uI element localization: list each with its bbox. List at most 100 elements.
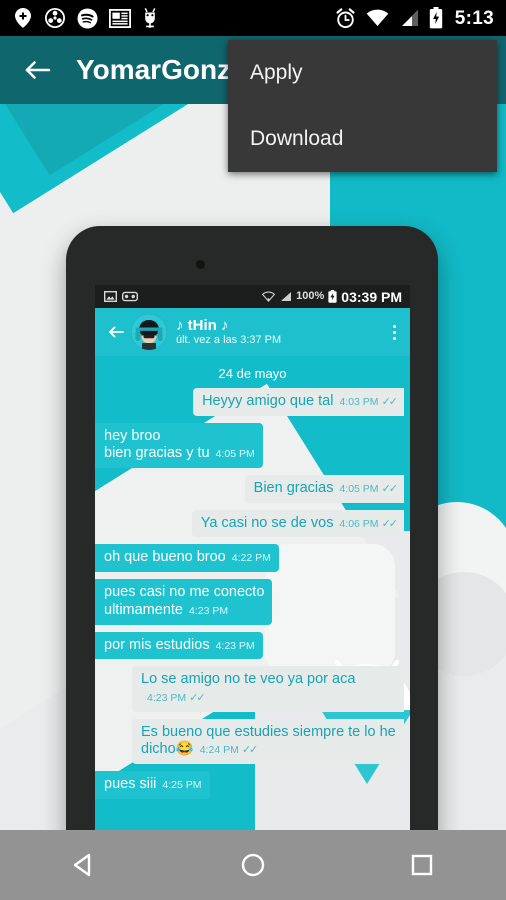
message-bubble[interactable]: Es bueno que estudies siempre te lo he d… bbox=[132, 718, 404, 764]
message-row[interactable]: oh que bueno broo 4:22 PM bbox=[95, 544, 410, 573]
message-bubble[interactable]: oh que bueno broo 4:22 PM bbox=[95, 544, 279, 573]
message-meta: 4:23 PM bbox=[189, 605, 228, 618]
message-text: Es bueno que estudies siempre te lo he d… bbox=[141, 723, 396, 758]
message-bubble[interactable]: pues casi no me conecto ultimamente 4:23 P… bbox=[95, 579, 273, 625]
message-read-ticks: ✓✓ bbox=[381, 396, 399, 408]
message-time: 4:24 PM bbox=[199, 744, 239, 757]
wallpaper-preview-area: 100% 03:39 PM ♪ tHin ♪ últ. vez a las 3:… bbox=[0, 104, 506, 830]
message-time: 4:25 PM bbox=[162, 778, 202, 791]
messages-container: 24 de mayo Heyyy amigo que tal 4:03 PM ✓✓ h… bbox=[95, 356, 410, 799]
message-row[interactable]: hey broo bien gracias y tu 4:05 PM bbox=[95, 422, 410, 469]
news-layout-icon bbox=[109, 8, 131, 28]
wifi-icon bbox=[366, 9, 389, 26]
message-text: Bien gracias bbox=[253, 480, 334, 497]
message-bubble[interactable]: por mis estudios 4:23 PM bbox=[95, 631, 263, 660]
message-row[interactable]: pues casi no me conecto ultimamente 4:23 P… bbox=[95, 579, 410, 625]
nav-home-button[interactable] bbox=[230, 842, 276, 888]
voicemail-icon bbox=[122, 291, 138, 302]
message-text: pues siii bbox=[104, 775, 157, 792]
message-text: Heyyy amigo que tal bbox=[202, 393, 334, 409]
message-time: 4:03 PM bbox=[339, 396, 379, 408]
chat-header: ♪ tHin ♪ últ. vez a las 3:37 PM bbox=[95, 308, 410, 356]
contact-name: ♪ tHin ♪ bbox=[176, 317, 229, 335]
message-read-ticks: ✓✓ bbox=[381, 517, 399, 530]
message-meta: 4:05 PM ✓✓ bbox=[339, 483, 399, 496]
system-status-bar: 5:13 bbox=[0, 0, 506, 36]
overflow-menu[interactable]: Apply Download bbox=[228, 40, 497, 172]
nav-recents-button[interactable] bbox=[399, 842, 445, 888]
battery-charging-icon bbox=[429, 7, 442, 29]
wifi-icon bbox=[262, 291, 276, 302]
battery-charging-icon bbox=[328, 290, 337, 303]
alarm-icon bbox=[336, 7, 355, 28]
message-time: 4:23 PM bbox=[147, 691, 187, 704]
message-meta: 4:23 PM bbox=[216, 640, 255, 653]
message-meta: 4:05 PM bbox=[216, 448, 255, 461]
message-read-ticks: ✓✓ bbox=[189, 691, 206, 704]
spotify-icon bbox=[77, 8, 98, 28]
back-arrow-icon[interactable] bbox=[22, 55, 52, 85]
app-screen: 5:13 YomarGonz 100% 03:39 PM ♪ tHin ♪ úl… bbox=[0, 0, 506, 900]
message-meta: 4:25 PM bbox=[162, 779, 201, 792]
message-bubble[interactable]: hey broo bien gracias y tu 4:05 PM bbox=[95, 422, 263, 469]
message-text: Ya casi no se de vos bbox=[200, 514, 334, 531]
message-meta: 4:03 PM ✓✓ bbox=[339, 396, 399, 409]
message-bubble[interactable]: Lo se amigo no te veo ya por aca 4:23 PM ✓… bbox=[132, 666, 404, 712]
message-row[interactable]: Bien gracias 4:05 PM ✓✓ bbox=[95, 475, 410, 503]
chat-message-list[interactable]: 24 de mayo Heyyy amigo que tal 4:03 PM ✓✓ h… bbox=[95, 356, 410, 830]
notification-icons bbox=[13, 7, 158, 29]
avatar[interactable] bbox=[131, 314, 167, 350]
message-time: 4:23 PM bbox=[188, 604, 229, 617]
message-time: 4:23 PM bbox=[215, 639, 255, 652]
system-nav-bar bbox=[0, 830, 506, 900]
menu-item-download[interactable]: Download bbox=[228, 106, 497, 172]
inner-clock: 03:39 PM bbox=[341, 288, 402, 305]
chat-overflow-menu-icon[interactable] bbox=[393, 324, 396, 340]
message-time: 4:06 PM bbox=[339, 517, 379, 530]
message-time: 4:05 PM bbox=[215, 448, 255, 461]
nav-back-button[interactable] bbox=[61, 842, 107, 888]
inner-notification-icons bbox=[104, 291, 138, 302]
message-meta: 4:24 PM ✓✓ bbox=[199, 744, 259, 757]
message-row[interactable]: Es bueno que estudies siempre te lo he d… bbox=[95, 718, 410, 764]
chat-contact-info[interactable]: ♪ tHin ♪ últ. vez a las 3:37 PM bbox=[176, 317, 281, 347]
message-row[interactable]: Heyyy amigo que tal 4:03 PM ✓✓ bbox=[95, 388, 410, 416]
message-bubble[interactable]: Bien gracias 4:05 PM ✓✓ bbox=[244, 475, 404, 503]
message-time: 4:05 PM bbox=[339, 483, 379, 496]
phone-screen: 100% 03:39 PM ♪ tHin ♪ últ. vez a las 3:… bbox=[95, 285, 410, 830]
message-meta: 4:23 PM ✓✓ bbox=[147, 691, 206, 705]
recents-square-icon bbox=[411, 854, 432, 876]
inner-status-bar: 100% 03:39 PM bbox=[95, 285, 410, 308]
message-row[interactable]: por mis estudios 4:23 PM bbox=[95, 631, 410, 660]
message-text: pues casi no me conecto ultimamente bbox=[104, 584, 265, 618]
contact-last-seen: últ. vez a las 3:37 PM bbox=[176, 334, 282, 347]
battery-percent: 100% bbox=[296, 290, 325, 302]
chat-back-arrow-icon[interactable] bbox=[107, 323, 125, 341]
message-text: oh que bueno broo bbox=[104, 549, 226, 566]
message-read-ticks: ✓✓ bbox=[381, 483, 399, 496]
menu-item-apply[interactable]: Apply bbox=[228, 40, 497, 106]
system-icons: 5:13 bbox=[335, 7, 494, 29]
home-circle-icon bbox=[241, 853, 265, 877]
location-pin-plus-icon bbox=[15, 8, 31, 28]
phone-front-camera bbox=[196, 260, 205, 269]
signal-icon bbox=[401, 10, 418, 26]
message-row[interactable]: Ya casi no se de vos 4:06 PM ✓✓ bbox=[95, 509, 410, 538]
image-icon bbox=[104, 291, 117, 302]
message-meta: 4:22 PM bbox=[232, 552, 271, 565]
date-divider: 24 de mayo bbox=[218, 366, 287, 381]
message-bubble[interactable]: pues siii 4:25 PM bbox=[95, 770, 210, 799]
android-bug-icon bbox=[144, 8, 156, 28]
message-row[interactable]: pues siii 4:25 PM bbox=[95, 770, 410, 799]
status-bar-clock: 5:13 bbox=[454, 7, 494, 29]
message-time: 4:22 PM bbox=[231, 552, 271, 565]
back-triangle-icon bbox=[74, 853, 91, 877]
signal-icon bbox=[281, 292, 292, 301]
message-bubble[interactable]: Heyyy amigo que tal 4:03 PM ✓✓ bbox=[193, 388, 404, 416]
message-row[interactable]: Lo se amigo no te veo ya por aca 4:23 PM ✓… bbox=[95, 666, 410, 712]
message-bubble[interactable]: Ya casi no se de vos 4:06 PM ✓✓ bbox=[191, 509, 404, 538]
message-text: Lo se amigo no te veo ya por aca bbox=[141, 671, 356, 688]
page-title: YomarGonz bbox=[76, 54, 232, 85]
fan-circle-icon bbox=[45, 8, 65, 28]
message-meta: 4:06 PM ✓✓ bbox=[339, 517, 399, 531]
